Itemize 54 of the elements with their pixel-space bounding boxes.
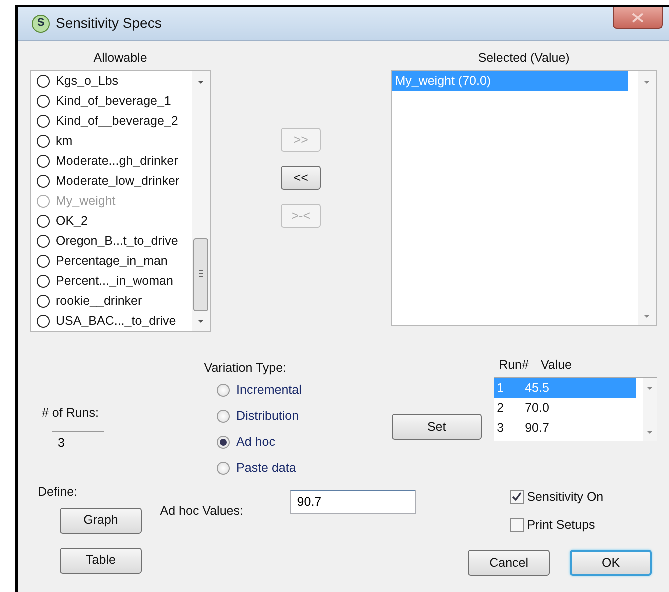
radio-option[interactable]: Incremental — [217, 380, 302, 400]
radio-icon — [37, 314, 50, 328]
section-label: Define: — [38, 484, 79, 501]
list-item[interactable]: 2 70.0 — [494, 398, 636, 418]
radio-icon — [37, 94, 50, 108]
radio-icon — [37, 214, 50, 228]
list-item[interactable]: Moderate...gh_drinker — [31, 151, 191, 172]
ad-hoc-field[interactable]: 90.7 — [290, 490, 416, 514]
list-heading: Selected (Value) — [477, 50, 571, 67]
radio-icon — [37, 174, 50, 188]
radio-icon — [37, 194, 50, 208]
radio-icon — [37, 234, 50, 248]
runs-field[interactable]: 3 — [52, 430, 104, 455]
list-item[interactable]: Oregon_B...t_to_drive — [31, 231, 191, 252]
list-item[interactable]: Kind_of__beverage_2 — [31, 111, 191, 132]
radio-icon — [37, 74, 50, 88]
close-button[interactable] — [613, 7, 663, 29]
list-item[interactable]: Percentage_in_man — [31, 251, 191, 272]
radio-icon — [37, 154, 50, 168]
radio-option[interactable]: Ad hoc — [217, 432, 302, 452]
transfer-button[interactable]: << — [281, 166, 322, 190]
list-item[interactable]: Percent..._in_woman — [31, 271, 191, 292]
action-button[interactable]: Graph — [60, 508, 142, 534]
section-label: Variation Type: — [204, 360, 288, 378]
radio-icon — [37, 114, 50, 128]
radio-option[interactable]: Paste data — [217, 458, 302, 478]
radio-icon — [37, 254, 50, 268]
list-item[interactable]: Kind_of_beverage_1 — [31, 91, 191, 112]
radio-option[interactable]: Distribution — [217, 406, 302, 426]
radio-icon — [37, 134, 50, 148]
radio-icon — [37, 294, 50, 308]
app-icon: S — [32, 14, 50, 32]
field-label: Ad hoc Values: — [160, 502, 244, 520]
set-button[interactable]: Set — [392, 414, 482, 440]
list-item[interactable]: rookie__drinker — [31, 291, 191, 312]
field-label: # of Runs: — [42, 405, 100, 422]
dialog-button[interactable]: OK — [570, 550, 652, 576]
list-item[interactable]: OK_2 — [31, 211, 191, 232]
check-icon — [512, 492, 522, 502]
close-icon — [632, 12, 644, 22]
window-title: Sensitivity Specs — [56, 14, 162, 33]
list-item[interactable]: USA_BAC..._to_drive — [31, 311, 191, 332]
checkbox-option[interactable]: Sensitivity On — [510, 488, 604, 507]
radio-icon — [37, 274, 50, 288]
dialog-button[interactable]: Cancel — [468, 550, 550, 576]
list-item[interactable]: 3 90.7 — [494, 418, 636, 438]
action-button[interactable]: Table — [60, 548, 142, 574]
column-header: Run# — [499, 357, 529, 374]
list-item[interactable]: Moderate_low_drinker — [31, 171, 191, 192]
list-item[interactable]: Kgs_o_Lbs — [31, 71, 191, 92]
column-header: Value — [540, 357, 572, 374]
list-item[interactable]: km — [31, 131, 191, 152]
checkbox-option[interactable]: Print Setups — [510, 516, 596, 534]
list-heading: Allowable — [92, 50, 148, 67]
